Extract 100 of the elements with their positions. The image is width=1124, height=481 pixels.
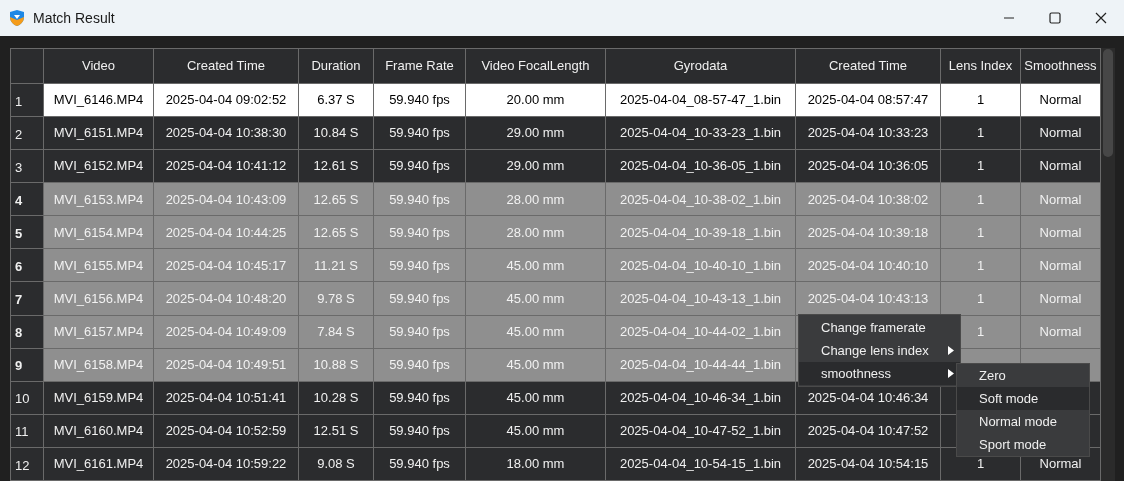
- row-number[interactable]: 11: [10, 414, 44, 448]
- table-cell: 2025-04-04 10:59:22: [165, 456, 287, 472]
- table-cell: 45.00 mm: [506, 423, 565, 438]
- table-cell: 28.00 mm: [506, 191, 565, 207]
- table-cell: MVI_6159.MP4: [53, 389, 144, 405]
- table-cell: 59.940 fps: [389, 389, 450, 405]
- row-number[interactable]: 10: [10, 381, 44, 415]
- column-header[interactable]: Gyrodata: [673, 58, 728, 74]
- table-cell: 9.78 S: [317, 290, 355, 306]
- table-cell: Normal: [1039, 92, 1082, 108]
- scrollbar-thumb[interactable]: [1103, 49, 1113, 157]
- table-cell: 12.51 S: [313, 423, 359, 438]
- table-cell: 1: [976, 125, 985, 141]
- menu-item[interactable]: Sport mode: [957, 433, 1089, 456]
- table-cell: 59.940 fps: [389, 191, 450, 207]
- table-cell: 20.00 mm: [506, 92, 565, 108]
- table-cell: 1: [976, 290, 985, 306]
- table-cell: 2025-04-04 10:40:10: [807, 257, 929, 273]
- table-cell: 2025-04-04 10:41:12: [165, 158, 287, 174]
- table-cell: MVI_6153.MP4: [53, 191, 144, 207]
- table-cell: 2025-04-04 10:45:17: [165, 257, 287, 273]
- table-cell: 1: [976, 224, 985, 240]
- table-cell: 11.21 S: [314, 257, 358, 273]
- maximize-icon: [1049, 12, 1061, 24]
- column-header[interactable]: Video: [82, 58, 115, 74]
- row-number[interactable]: 7: [10, 281, 44, 315]
- table-cell: 10.84 S: [313, 125, 359, 141]
- table-cell: 10.88 S: [313, 356, 359, 372]
- table-cell: 2025-04-04 10:39:18: [807, 224, 929, 240]
- table-cell: 28.00 mm: [506, 224, 565, 240]
- table-cell: 2025-04-04 10:54:15: [807, 456, 929, 472]
- table-cell: Normal: [1039, 158, 1082, 174]
- table-cell: 29.00 mm: [506, 158, 565, 174]
- table-cell: 2025-04-04 10:52:59: [165, 423, 287, 438]
- row-number[interactable]: 12: [10, 447, 44, 481]
- table-cell: 2025-04-04_10-33-23_1.bin: [619, 125, 782, 141]
- row-number[interactable]: 4: [10, 182, 44, 216]
- table-cell: 7.84 S: [317, 323, 355, 339]
- table-cell: 1: [976, 257, 985, 273]
- table-cell: 2025-04-04_08-57-47_1.bin: [619, 92, 782, 108]
- table-cell: 45.00 mm: [506, 290, 565, 306]
- table-cell: 2025-04-04_10-43-13_1.bin: [619, 290, 782, 306]
- table-cell: 45.00 mm: [506, 356, 565, 372]
- table-cell: 2025-04-04 10:43:09: [165, 191, 287, 207]
- table-cell: 1: [976, 158, 985, 174]
- table-cell: 2025-04-04 10:38:30: [165, 125, 287, 141]
- table-cell: Normal: [1039, 323, 1082, 339]
- menu-item[interactable]: Change lens index: [799, 339, 960, 362]
- table-cell: 1: [976, 191, 985, 207]
- row-number[interactable]: 8: [10, 315, 44, 349]
- row-number[interactable]: 1: [10, 83, 44, 117]
- table-cell: 45.00 mm: [506, 389, 565, 405]
- table-cell: 2025-04-04 10:36:05: [807, 158, 929, 174]
- table-cell: 59.940 fps: [389, 257, 450, 273]
- row-number[interactable]: 5: [10, 215, 44, 249]
- table-cell: MVI_6156.MP4: [53, 290, 144, 306]
- table-cell: 2025-04-04_10-47-52_1.bin: [619, 423, 782, 438]
- table-cell: MVI_6151.MP4: [53, 125, 144, 141]
- table-cell: 2025-04-04 10:46:34: [807, 389, 929, 405]
- row-number[interactable]: 3: [10, 149, 44, 183]
- scrollbar[interactable]: [1101, 48, 1115, 481]
- table-cell: MVI_6154.MP4: [53, 224, 144, 240]
- table-cell: Normal: [1039, 224, 1082, 240]
- table-cell: MVI_6158.MP4: [53, 356, 144, 372]
- table-cell: 59.940 fps: [389, 125, 450, 141]
- table-cell: 1: [976, 323, 985, 339]
- menu-item[interactable]: Soft mode: [957, 387, 1089, 410]
- table-cell: 12.61 S: [313, 158, 359, 174]
- table-cell: 6.37 S: [317, 92, 355, 108]
- row-number[interactable]: 9: [10, 348, 44, 382]
- window-title: Match Result: [33, 8, 115, 28]
- table-cell: 2025-04-04 09:02:52: [165, 92, 287, 108]
- menu-item[interactable]: Change framerate: [799, 316, 960, 339]
- table-cell: 10.28 S: [313, 389, 359, 405]
- table-cell: 2025-04-04 10:51:41: [165, 389, 287, 405]
- table-cell: 2025-04-04_10-44-44_1.bin: [619, 356, 782, 372]
- table-cell: 59.940 fps: [389, 290, 450, 306]
- table-cell: Normal: [1039, 456, 1082, 472]
- table-cell: 2025-04-04_10-46-34_1.bin: [619, 389, 782, 405]
- table-cell: 59.940 fps: [389, 356, 450, 372]
- table-cell: MVI_6152.MP4: [53, 158, 144, 174]
- table-cell: Normal: [1039, 125, 1082, 141]
- table-cell: 2025-04-04 10:49:51: [165, 356, 287, 372]
- menu-item[interactable]: Zero: [957, 364, 1089, 387]
- table-cell: 2025-04-04 10:48:20: [165, 290, 287, 306]
- table-cell: 9.08 S: [317, 456, 355, 472]
- table-cell: 18.00 mm: [506, 456, 565, 472]
- row-number[interactable]: 2: [10, 116, 44, 150]
- table-cell: 2025-04-04_10-44-02_1.bin: [619, 323, 782, 339]
- menu-item[interactable]: smoothness: [799, 362, 960, 385]
- table-cell: 29.00 mm: [506, 125, 565, 141]
- close-icon: [1095, 12, 1107, 24]
- table-cell: 2025-04-04 08:57:47: [807, 92, 929, 108]
- row-number[interactable]: 6: [10, 248, 44, 282]
- menu-item[interactable]: Normal mode: [957, 410, 1089, 433]
- table-cell: 12.65 S: [313, 191, 359, 207]
- table-cell: 59.940 fps: [389, 423, 450, 438]
- table-cell: 59.940 fps: [389, 224, 450, 240]
- table-cell: 1: [976, 456, 985, 472]
- table-cell: 12.65 S: [313, 224, 359, 240]
